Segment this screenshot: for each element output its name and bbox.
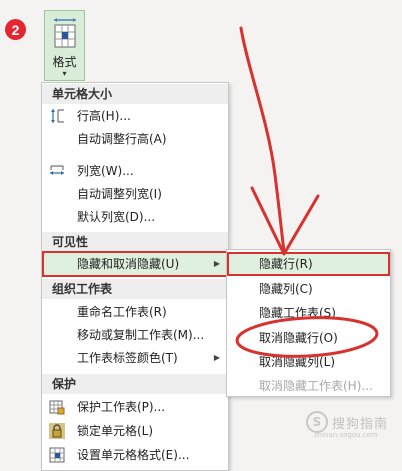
menu-item-tab-color[interactable]: 工作表标签颜色(T) ▶ <box>42 347 228 369</box>
format-ribbon-button[interactable]: 格式 ▾ <box>44 10 85 81</box>
menu-item-lock-cell[interactable]: 锁定单元格(L) <box>42 420 228 442</box>
lock-icon <box>48 422 66 440</box>
menu-item-row-height[interactable]: 行高(H)... <box>42 105 228 127</box>
hide-unhide-submenu: 隐藏行(R) 隐藏列(C) 隐藏工作表(S) 取消隐藏行(O) 取消隐藏列(L)… <box>226 249 391 397</box>
menu-item-label: 工作表标签颜色(T) <box>77 351 178 365</box>
sogou-watermark: S 搜狗指南 zhinan.sogou.com <box>306 411 396 443</box>
submenu-item-unhide-sheet: 取消隐藏工作表(H)... <box>259 379 373 393</box>
submenu-item-hide-columns[interactable]: 隐藏列(C) <box>227 277 390 301</box>
menu-item-label: 列宽(W)... <box>77 164 134 178</box>
menu-item-rename-sheet[interactable]: 重命名工作表(R) <box>42 301 228 323</box>
menu-item-label: 锁定单元格(L) <box>77 424 154 438</box>
menu-item-label: 重命名工作表(R) <box>77 305 167 319</box>
row-height-icon <box>48 107 66 125</box>
submenu-item-unhide-rows[interactable]: 取消隐藏行(O) <box>227 326 390 350</box>
menu-item-move-copy-sheet[interactable]: 移动或复制工作表(M)... <box>42 324 228 346</box>
menu-item-label: 隐藏和取消隐藏(U) <box>77 257 180 271</box>
watermark-text: 搜狗指南 <box>332 417 389 432</box>
submenu-item-hide-sheet[interactable]: 隐藏工作表(S) <box>227 301 390 325</box>
menu-item-label: 自动调整行高(A) <box>77 132 167 146</box>
menu-item-protect-sheet[interactable]: 保护工作表(P)... <box>42 396 228 418</box>
red-arrow-shaft <box>239 26 286 254</box>
menu-item-default-width[interactable]: 默认列宽(D)... <box>42 206 228 228</box>
step-number-badge: 2 <box>5 19 26 40</box>
menu-item-autofit-row-height[interactable]: 自动调整行高(A) <box>42 128 228 150</box>
format-cells-icon <box>48 446 66 464</box>
submenu-arrow-icon: ▶ <box>213 259 220 268</box>
format-cells-ribbon-icon <box>54 18 76 48</box>
menu-item-column-width[interactable]: 列宽(W)... <box>42 160 228 182</box>
dropdown-caret-icon: ▾ <box>62 69 67 78</box>
submenu-item-hide-rows[interactable]: 隐藏行(R) <box>227 252 390 276</box>
watermark-url: zhinan.sogou.com <box>314 431 378 439</box>
menu-item-hide-unhide[interactable]: 隐藏和取消隐藏(U) ▶ <box>42 251 228 277</box>
red-arrow-head <box>250 186 320 256</box>
format-dropdown-menu: 单元格大小 行高(H)... 自动调整行高(A) 列宽(W)... 自动调整列宽… <box>41 82 229 471</box>
menu-item-label: 行高(H)... <box>77 109 131 123</box>
section-header-visibility: 可见性 <box>42 232 228 252</box>
menu-item-label: 保护工作表(P)... <box>77 400 166 414</box>
menu-item-label: 设置单元格格式(E)... <box>77 448 190 462</box>
submenu-arrow-icon: ▶ <box>213 353 220 362</box>
column-width-icon <box>48 162 66 180</box>
menu-item-format-cells[interactable]: 设置单元格格式(E)... <box>42 444 228 466</box>
menu-item-label: 移动或复制工作表(M)... <box>77 328 205 342</box>
section-header-organize-sheets: 组织工作表 <box>42 279 228 299</box>
menu-item-label: 自动调整列宽(I) <box>77 187 162 201</box>
format-button-label: 格式 <box>52 55 77 69</box>
protect-sheet-icon <box>48 398 66 416</box>
menu-item-autofit-column-width[interactable]: 自动调整列宽(I) <box>42 183 228 205</box>
section-header-protection: 保护 <box>42 374 228 394</box>
submenu-item-unhide-columns[interactable]: 取消隐藏列(L) <box>227 350 390 374</box>
menu-item-label: 默认列宽(D)... <box>77 210 156 224</box>
section-header-cell-size: 单元格大小 <box>42 84 228 104</box>
sogou-logo-icon: S <box>306 411 328 433</box>
